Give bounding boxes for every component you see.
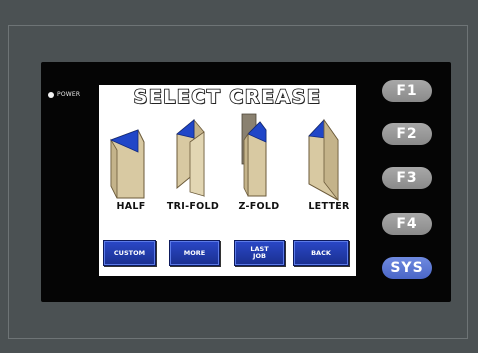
f1-key[interactable]: F1 — [382, 80, 432, 102]
f4-key[interactable]: F4 — [382, 213, 432, 235]
fold-label-letter: LETTER — [308, 201, 350, 212]
page-title: SELECT CREASE — [133, 85, 322, 109]
fold-label-tri-fold: TRI-FOLD — [166, 201, 220, 212]
power-label: POWER — [57, 91, 81, 98]
fold-label-z-fold: Z-FOLD — [238, 201, 280, 212]
fold-option-letter[interactable] — [302, 112, 348, 202]
last-job-button[interactable]: LAST JOB — [234, 240, 285, 266]
f3-key[interactable]: F3 — [382, 167, 432, 189]
power-led-icon — [48, 92, 54, 98]
more-button[interactable]: MORE — [169, 240, 220, 266]
fold-label-half: HALF — [116, 201, 146, 212]
fold-option-z-fold[interactable] — [238, 112, 284, 202]
f2-key[interactable]: F2 — [382, 123, 432, 145]
back-button[interactable]: BACK — [293, 240, 349, 266]
sys-key[interactable]: SYS — [382, 257, 432, 279]
fold-option-half[interactable] — [106, 112, 152, 202]
fold-option-tri-fold[interactable] — [170, 112, 216, 202]
custom-button[interactable]: CUSTOM — [103, 240, 156, 266]
